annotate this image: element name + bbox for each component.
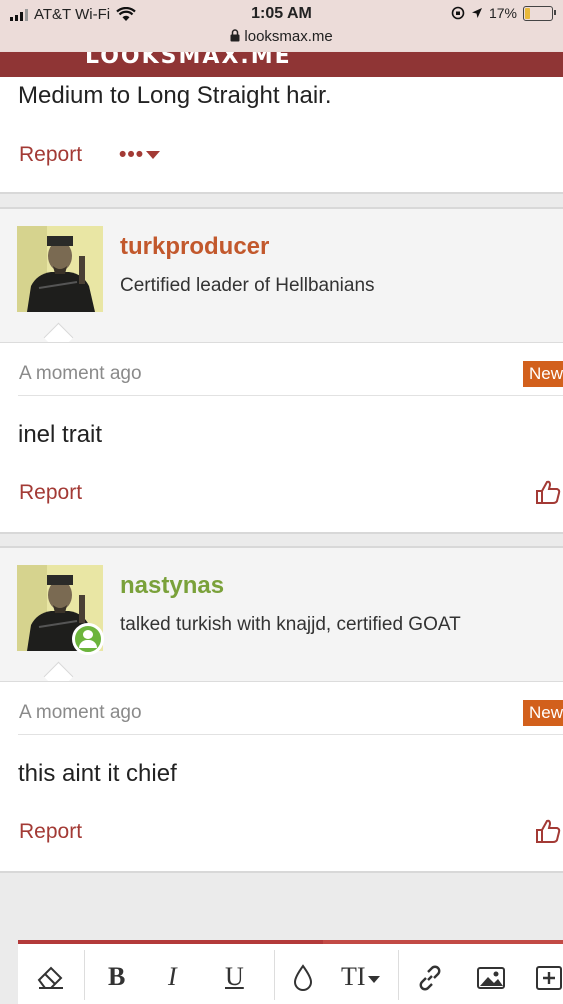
reply-editor-toolbar: B I U TI [18, 940, 563, 1004]
text-size-button[interactable]: TI [341, 962, 380, 992]
online-status-icon [72, 623, 104, 655]
lock-icon [230, 29, 240, 42]
like-thumb-icon[interactable] [535, 479, 561, 505]
username-link[interactable]: turkproducer [120, 233, 269, 261]
image-icon[interactable] [476, 966, 506, 990]
more-actions-button[interactable]: ••• [119, 143, 161, 167]
bold-button[interactable]: B [108, 962, 125, 992]
chevron-down-icon [367, 975, 380, 983]
report-link[interactable]: Report [19, 820, 82, 844]
new-badge: New [523, 700, 563, 726]
location-icon [471, 8, 482, 18]
address-bar[interactable]: looksmax.me [0, 28, 563, 45]
insert-media-icon[interactable] [535, 965, 563, 991]
post-message: inel trait [18, 421, 103, 448]
underline-button[interactable]: U [225, 962, 244, 992]
toolbar-separator [84, 950, 85, 1000]
divider [18, 734, 563, 735]
italic-button[interactable]: I [168, 962, 177, 992]
post-author-header: turkproducer Certified leader of Hellban… [0, 207, 563, 353]
user-title: Certified leader of Hellbanians [120, 275, 375, 296]
previous-post: Medium to Long Straight hair. Report ••• [0, 77, 563, 194]
battery-percent: 17% [488, 5, 517, 21]
post-timestamp[interactable]: A moment ago [19, 363, 142, 385]
new-badge: New [523, 361, 563, 387]
more-dots: ••• [119, 143, 145, 166]
post-message: this aint it chief [18, 760, 177, 787]
toolbar-separator [398, 950, 399, 1000]
user-title: talked turkish with knajjd, certified GO… [120, 614, 461, 635]
like-thumb-icon[interactable] [535, 818, 561, 844]
link-icon[interactable] [416, 964, 444, 992]
divider [18, 395, 563, 396]
toolbar-separator [274, 950, 275, 1000]
site-logo[interactable]: LOOKSMAX.ME [85, 52, 292, 69]
editor-accent [323, 940, 563, 944]
post-body: A moment ago New this aint it chief Repo… [0, 681, 563, 873]
url-text: looksmax.me [244, 28, 333, 45]
post-message: Medium to Long Straight hair. [18, 82, 332, 109]
username-link[interactable]: nastynas [120, 572, 224, 600]
report-link[interactable]: Report [19, 481, 82, 505]
post-timestamp[interactable]: A moment ago [19, 702, 142, 724]
rotation-lock-icon [451, 6, 465, 20]
avatar[interactable] [17, 226, 103, 312]
status-right: 17% [451, 5, 556, 21]
status-bar: AT&T Wi-Fi 1:05 AM looksmax.me 17% [0, 0, 563, 52]
battery-icon [523, 5, 556, 21]
post-author-header: nastynas talked turkish with knajjd, cer… [0, 546, 563, 692]
chevron-down-icon [146, 151, 161, 160]
text-size-label: TI [341, 962, 366, 991]
post-body: A moment ago New inel trait Report [0, 342, 563, 534]
color-drop-icon[interactable] [292, 964, 314, 992]
site-header: LOOKSMAX.ME [0, 52, 563, 77]
avatar-image [17, 226, 103, 312]
report-link[interactable]: Report [19, 143, 82, 167]
eraser-icon[interactable] [35, 964, 67, 990]
